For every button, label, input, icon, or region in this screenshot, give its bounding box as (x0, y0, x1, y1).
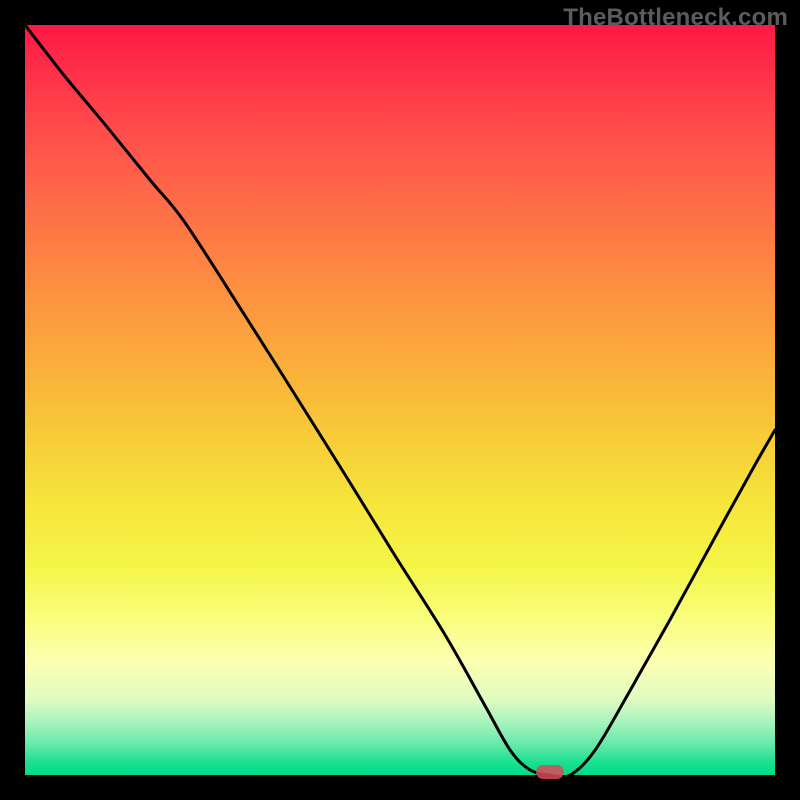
bottleneck-curve-line (25, 25, 775, 777)
optimal-point-marker (536, 765, 564, 779)
plot-area (25, 25, 775, 775)
bottleneck-chart (25, 25, 775, 775)
chart-frame: TheBottleneck.com (0, 0, 800, 800)
